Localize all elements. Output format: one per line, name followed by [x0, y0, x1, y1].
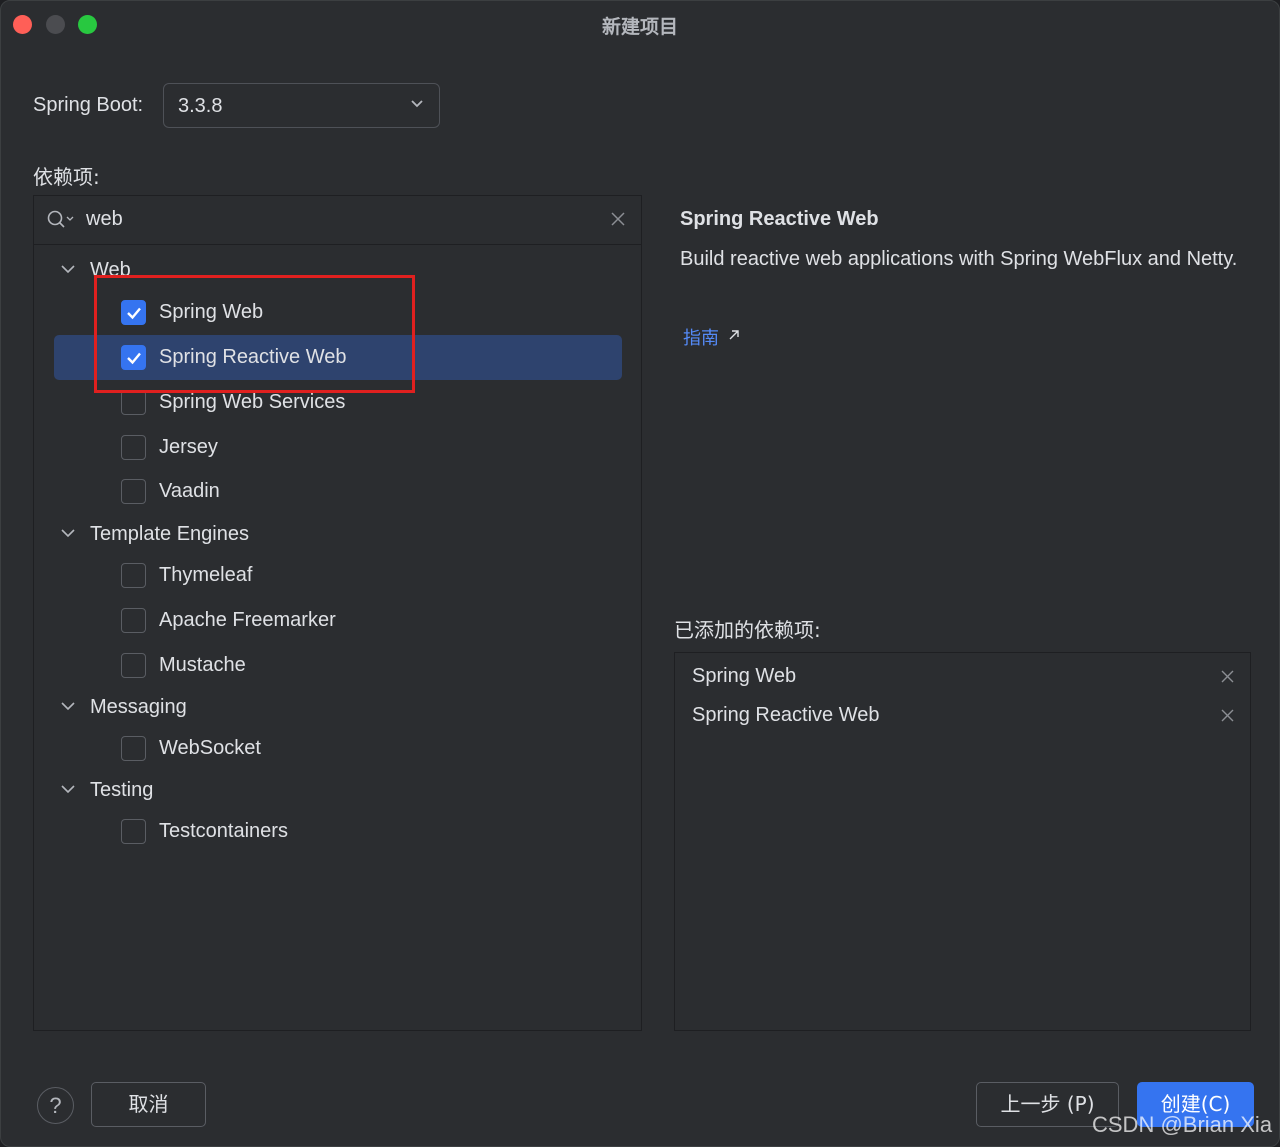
- chevron-down-icon[interactable]: [61, 528, 75, 538]
- external-link-arrow-icon[interactable]: [728, 329, 740, 341]
- dependency-label: Thymeleaf: [159, 564, 253, 586]
- remove-icon[interactable]: [1221, 709, 1234, 722]
- checkbox-unchecked[interactable]: [121, 563, 146, 588]
- dependency-item-mustache[interactable]: Mustache: [54, 643, 622, 688]
- dependency-item-thymeleaf[interactable]: Thymeleaf: [54, 553, 622, 598]
- chevron-down-icon[interactable]: [61, 701, 75, 711]
- dependency-label: Apache Freemarker: [159, 609, 336, 631]
- tree-group-testing[interactable]: Testing: [34, 773, 641, 807]
- chevron-down-icon: [411, 100, 423, 108]
- chevron-down-icon[interactable]: [61, 784, 75, 794]
- dependency-item-testcontainers[interactable]: Testcontainers: [54, 809, 622, 854]
- spring-boot-version-value: 3.3.8: [178, 95, 223, 117]
- window-title: 新建项目: [601, 16, 678, 38]
- tree-group-label: Testing: [90, 779, 154, 801]
- added-dependency-row: Spring Reactive Web: [675, 695, 1250, 733]
- dependency-label: Testcontainers: [159, 820, 288, 842]
- checkbox-unchecked[interactable]: [121, 435, 146, 460]
- cancel-button[interactable]: 取消: [91, 1082, 206, 1127]
- added-dependencies-list: Spring Web Spring Reactive Web: [674, 652, 1251, 1031]
- dependency-info-description: Build reactive web applications with Spr…: [680, 248, 1238, 270]
- tree-group-label: Template Engines: [90, 523, 249, 545]
- added-dependency-label: Spring Web: [692, 665, 797, 687]
- spring-boot-version-select[interactable]: 3.3.8: [163, 83, 440, 128]
- checkbox-unchecked[interactable]: [121, 390, 146, 415]
- title-bar: 新建项目: [1, 1, 1279, 47]
- checkbox-unchecked[interactable]: [121, 653, 146, 678]
- dependency-label: Vaadin: [159, 480, 220, 502]
- checkbox-unchecked[interactable]: [121, 608, 146, 633]
- annotation-highlight-box: [94, 275, 415, 393]
- tree-group-template-engines[interactable]: Template Engines: [34, 517, 641, 551]
- remove-icon[interactable]: [1221, 670, 1234, 683]
- dependencies-label: 依赖项:: [33, 165, 100, 189]
- checkbox-unchecked[interactable]: [121, 736, 146, 761]
- guide-link[interactable]: 指南: [683, 324, 719, 350]
- added-dependency-label: Spring Reactive Web: [692, 704, 880, 726]
- dependency-label: Mustache: [159, 654, 246, 676]
- clear-search-icon[interactable]: [611, 212, 625, 226]
- help-button[interactable]: ?: [37, 1087, 74, 1124]
- dependency-item-websocket[interactable]: WebSocket: [54, 726, 622, 771]
- search-icon: [47, 210, 74, 228]
- dependency-info-title: Spring Reactive Web: [680, 208, 879, 230]
- added-dependency-row: Spring Web: [675, 656, 1250, 694]
- watermark-text: CSDN @Brian Xia: [1092, 1112, 1273, 1137]
- search-input[interactable]: web: [86, 208, 123, 231]
- checkbox-unchecked[interactable]: [121, 819, 146, 844]
- dependency-label: Spring Web Services: [159, 391, 346, 413]
- tree-group-messaging[interactable]: Messaging: [34, 690, 641, 724]
- dependency-item-jersey[interactable]: Jersey: [54, 425, 622, 470]
- dependency-search-field[interactable]: web: [34, 196, 641, 245]
- tree-group-label: Messaging: [90, 696, 187, 718]
- dependency-item-vaadin[interactable]: Vaadin: [54, 469, 622, 514]
- chevron-down-icon[interactable]: [61, 264, 75, 274]
- dependency-label: WebSocket: [159, 737, 261, 759]
- dependency-item-apache-freemarker[interactable]: Apache Freemarker: [54, 598, 622, 643]
- new-project-dialog: 新建项目 Spring Boot: 3.3.8 依赖项: web Web Spr: [0, 0, 1280, 1147]
- spring-boot-label: Spring Boot:: [33, 94, 144, 116]
- added-dependencies-label: 已添加的依赖项:: [674, 618, 821, 642]
- checkbox-unchecked[interactable]: [121, 479, 146, 504]
- dependency-label: Jersey: [159, 436, 218, 458]
